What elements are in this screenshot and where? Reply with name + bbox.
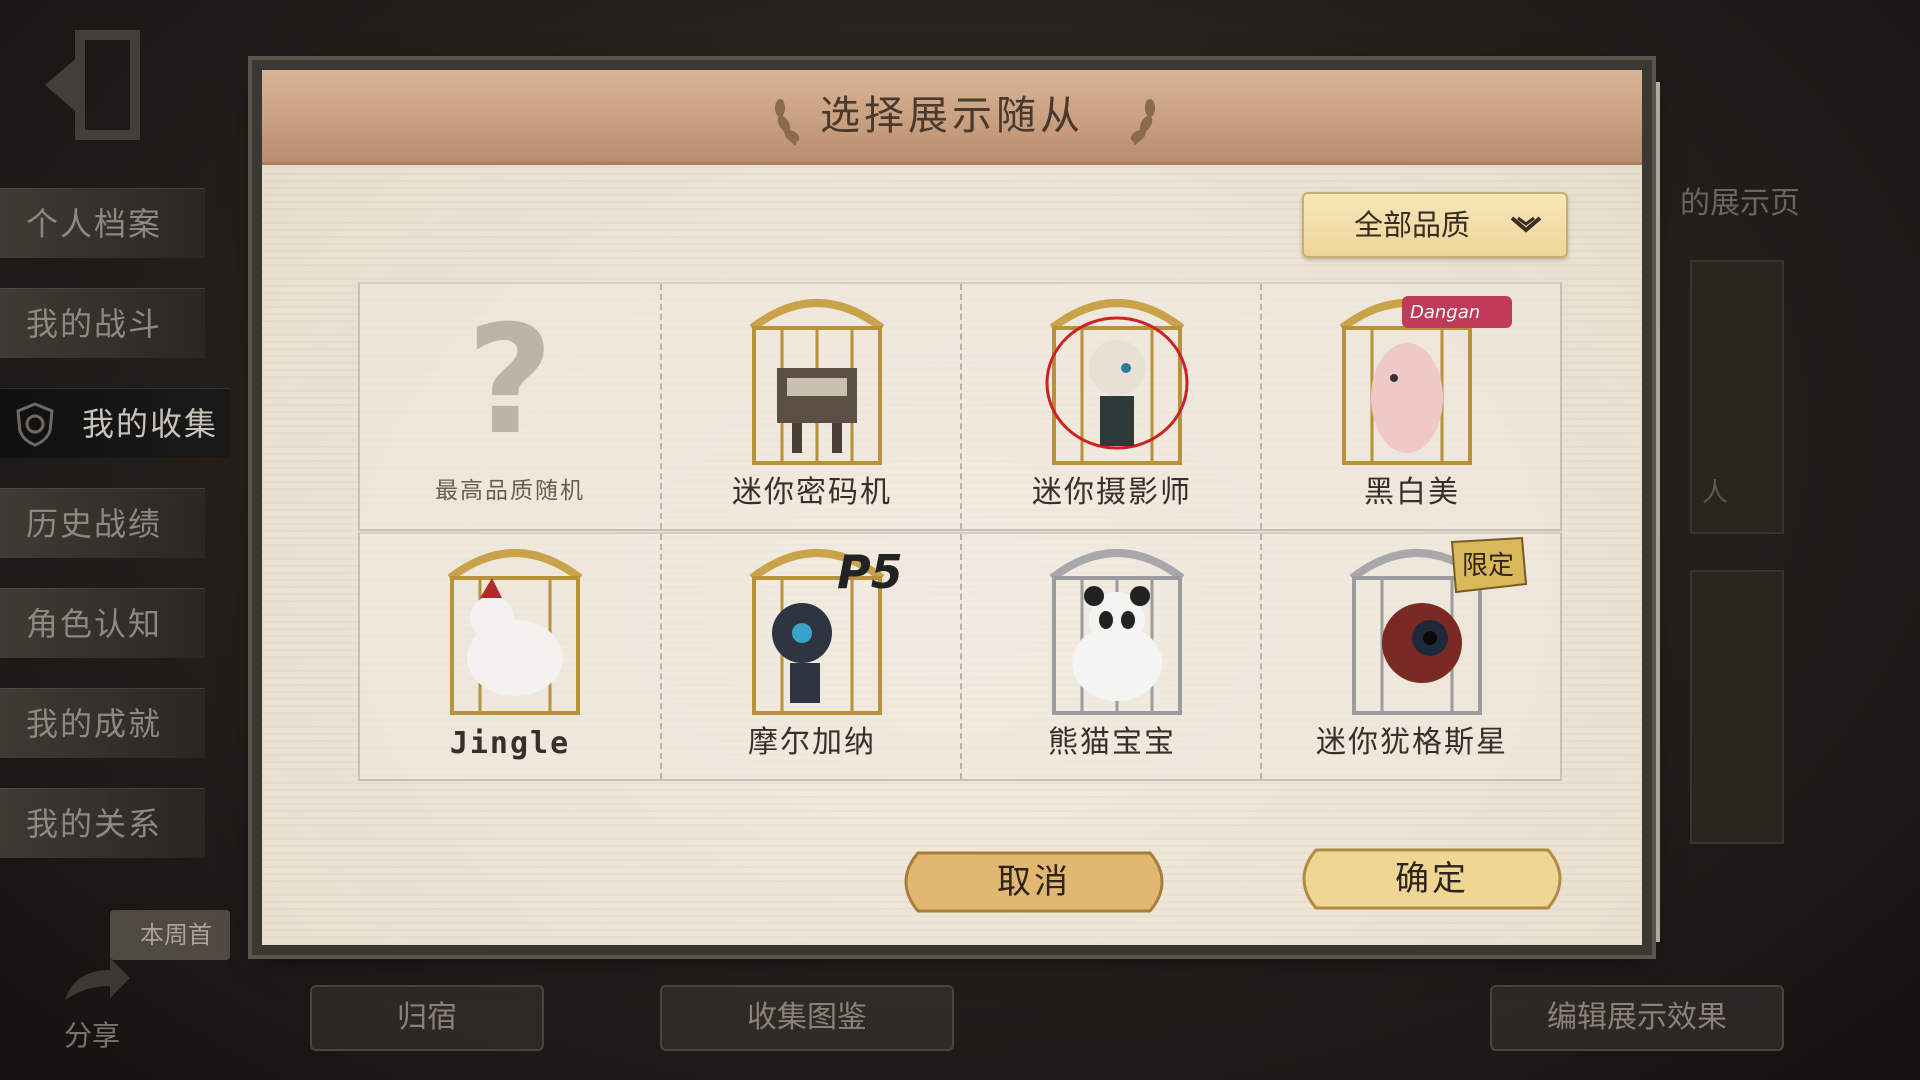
sidebar-item-character-knowledge[interactable]: 角色认知	[0, 588, 205, 658]
cancel-label: 取消	[997, 862, 1071, 902]
sidebar-item-label: 角色认知	[26, 605, 163, 643]
dialog-page-edge	[1642, 82, 1660, 942]
quality-filter-dropdown[interactable]: 全部品质	[1302, 192, 1568, 258]
silver-cage-icon	[1049, 549, 1185, 715]
select-companion-dialog: 选择展示随从 全部品质 ? 最高品质随机 迷你密码机 迷你摄影师 Dangan …	[262, 70, 1642, 945]
sidebar-item-label: 历史战绩	[26, 505, 163, 543]
sidebar-item-label: 我的收集	[82, 405, 219, 443]
companion-cell-jingle[interactable]: Jingle	[360, 534, 660, 779]
gold-cage-icon	[1045, 299, 1189, 465]
svg-text:P5: P5	[837, 545, 903, 599]
home-button[interactable]: 归宿	[310, 985, 544, 1051]
companion-cell-monomi[interactable]: Dangan 黑白美	[1260, 284, 1562, 529]
display-page-title: 的展示页	[1680, 186, 1800, 221]
display-card	[1690, 570, 1784, 844]
companion-cell-yog-star[interactable]: 限定 迷你犹格斯星	[1260, 534, 1562, 779]
limited-badge-text: 限定	[1462, 551, 1514, 581]
sidebar-item-profile[interactable]: 个人档案	[0, 188, 205, 258]
companion-name: Jingle	[449, 726, 571, 761]
companion-name: 摩尔加纳	[748, 725, 876, 760]
gold-cage-icon	[447, 549, 583, 715]
confirm-label: 确定	[1395, 859, 1469, 899]
companion-row: Jingle P5 摩尔加纳 熊猫宝宝 限定 迷你犹格斯星	[358, 532, 1562, 781]
companion-cell-panda[interactable]: 熊猫宝宝	[960, 534, 1262, 779]
sidebar-item-label: 我的成就	[26, 705, 163, 743]
laurel-right-icon	[1130, 99, 1155, 146]
companion-name: 迷你犹格斯星	[1316, 725, 1508, 760]
companion-cell-random[interactable]: ? 最高品质随机	[360, 284, 660, 529]
companion-name: 熊猫宝宝	[1048, 725, 1176, 760]
sidebar-item-collection[interactable]: 我的收集	[0, 388, 230, 458]
display-card: 人	[1690, 260, 1784, 534]
gold-cage-icon: Dangan	[1339, 296, 1512, 465]
share-label: 分享	[64, 1019, 121, 1052]
edit-display-button[interactable]: 编辑展示效果	[1490, 985, 1784, 1051]
sidebar-item-relationships[interactable]: 我的关系	[0, 788, 205, 858]
limited-badge: 限定	[1450, 536, 1528, 594]
companion-name: 最高品质随机	[435, 478, 585, 504]
quality-filter-value: 全部品质	[1354, 208, 1471, 242]
dialog-header: 选择展示随从	[262, 70, 1642, 165]
gold-cage-icon: P5	[749, 545, 903, 715]
chevron-down-icon	[1510, 216, 1542, 233]
shield-icon	[16, 402, 54, 447]
companion-cell-cipher-machine[interactable]: 迷你密码机	[660, 284, 962, 529]
svg-text:Dangan: Dangan	[1410, 302, 1480, 323]
companion-name: 黑白美	[1364, 475, 1460, 510]
sidebar-item-label: 我的关系	[26, 805, 163, 843]
display-card-text: 人	[1702, 478, 1729, 508]
question-mark-icon: ?	[466, 294, 554, 468]
exit-icon[interactable]	[40, 30, 140, 140]
companion-row: ? 最高品质随机 迷你密码机 迷你摄影师 Dangan 黑白美	[358, 282, 1562, 531]
confirm-button[interactable]: 确定	[1298, 844, 1566, 914]
companion-name: 迷你密码机	[732, 475, 892, 510]
share-icon[interactable]	[55, 950, 135, 1020]
dialog-title: 选择展示随从	[820, 93, 1084, 139]
collection-catalog-button[interactable]: 收集图鉴	[660, 985, 954, 1051]
companion-name: 迷你摄影师	[1032, 475, 1192, 510]
companion-cell-photographer[interactable]: 迷你摄影师	[960, 284, 1262, 529]
sidebar-item-label: 个人档案	[26, 205, 163, 243]
companion-cell-morgana[interactable]: P5 摩尔加纳	[660, 534, 962, 779]
sidebar-item-achievements[interactable]: 我的成就	[0, 688, 205, 758]
sidebar-item-history[interactable]: 历史战绩	[0, 488, 205, 558]
sidebar-item-battles[interactable]: 我的战斗	[0, 288, 205, 358]
cancel-button[interactable]: 取消	[900, 847, 1168, 917]
gold-cage-icon	[749, 299, 885, 465]
sidebar-item-label: 我的战斗	[26, 305, 163, 343]
